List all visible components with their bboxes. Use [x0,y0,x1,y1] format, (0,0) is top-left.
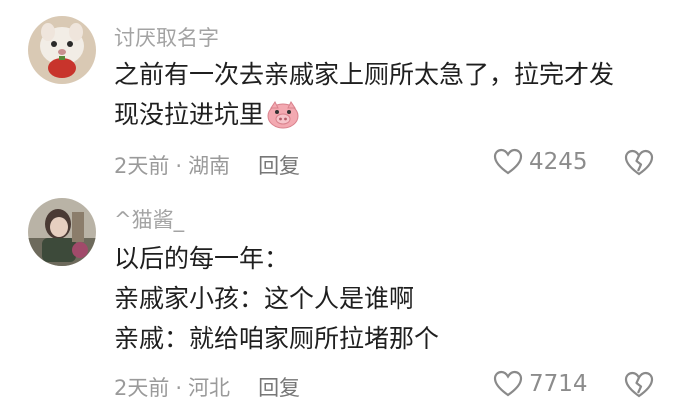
comment-line: 现没拉进坑里 [114,100,265,129]
post-location: 河北 [188,376,231,400]
post-time: 2天前 [114,376,170,400]
comment-line: 亲戚家小孩：这个人是谁啊 [114,284,415,313]
avatar-image [28,198,96,266]
meta-separator: · [175,376,183,400]
broken-heart-icon [624,371,654,398]
like-count: 4245 [529,149,588,175]
reply-button[interactable]: 回复 [258,376,300,400]
username[interactable]: 讨厌取名字 [114,22,219,52]
comment-meta: 2天前 · 河北 回复 [114,372,300,402]
comment-line: 亲戚：就给咱家厕所拉堵那个 [114,324,440,353]
broken-heart-icon [624,149,654,176]
meta-separator: · [175,154,183,178]
like-button[interactable]: 4245 [493,148,588,176]
avatar-image [28,16,96,84]
comment-text: 之前有一次去亲戚家上厕所太急了，拉完才发 现没拉进坑里 [114,55,670,142]
comment-text: 以后的每一年： 亲戚家小孩：这个人是谁啊 亲戚：就给咱家厕所拉堵那个 [114,239,670,359]
avatar[interactable] [28,198,96,266]
comment-meta: 2天前 · 湖南 回复 [114,150,300,180]
like-button[interactable]: 7714 [493,370,588,398]
dislike-button[interactable] [624,149,654,181]
comment-line: 以后的每一年： [114,244,290,273]
dislike-button[interactable] [624,371,654,403]
post-location: 湖南 [188,154,231,178]
comment-line-with-emoji: 现没拉进坑里 [114,95,670,142]
pig-face-icon [266,100,300,142]
heart-outline-icon [493,148,523,175]
avatar[interactable] [28,16,96,84]
reply-button[interactable]: 回复 [258,154,300,178]
post-time: 2天前 [114,154,170,178]
comment-line: 之前有一次去亲戚家上厕所太急了，拉完才发 [114,60,615,89]
like-count: 7714 [529,371,588,397]
heart-outline-icon [493,370,523,397]
username[interactable]: ^猫酱_ [114,204,184,234]
